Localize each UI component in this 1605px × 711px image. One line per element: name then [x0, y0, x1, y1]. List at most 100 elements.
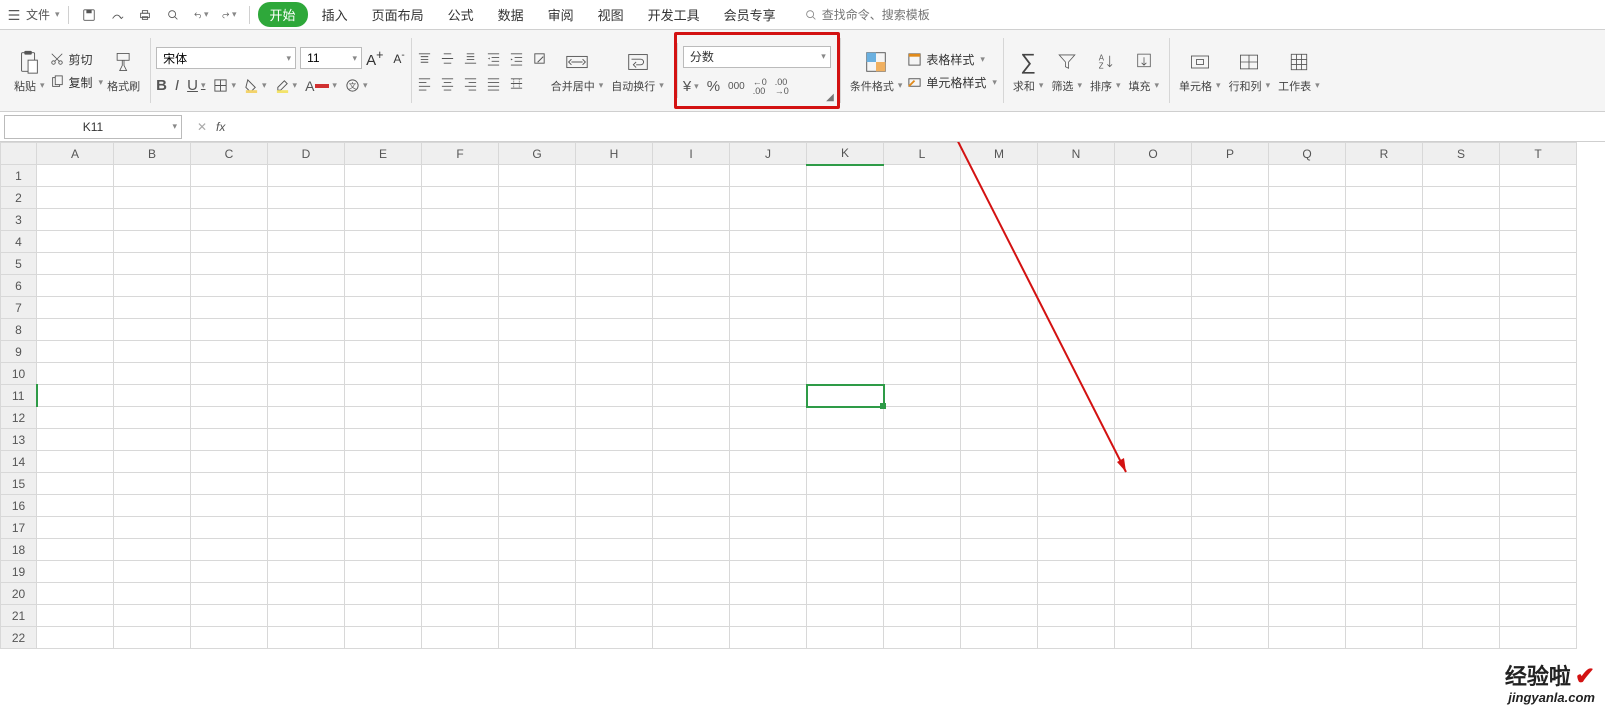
font-name-select[interactable]: ▾	[156, 47, 296, 69]
cell[interactable]	[1192, 297, 1269, 319]
cell[interactable]	[884, 407, 961, 429]
cell[interactable]	[114, 231, 191, 253]
cell[interactable]	[961, 473, 1038, 495]
cell[interactable]	[1423, 517, 1500, 539]
cell[interactable]	[422, 539, 499, 561]
cell[interactable]	[884, 561, 961, 583]
font-color-button[interactable]: A▾	[305, 78, 337, 94]
cell[interactable]	[1192, 275, 1269, 297]
cell[interactable]	[345, 627, 422, 649]
cell[interactable]	[1115, 363, 1192, 385]
cell[interactable]	[1500, 583, 1577, 605]
cell[interactable]	[114, 341, 191, 363]
name-box[interactable]: K11 ▾	[4, 115, 182, 139]
cell[interactable]	[345, 539, 422, 561]
cell[interactable]	[1038, 451, 1115, 473]
cell[interactable]	[576, 473, 653, 495]
cell[interactable]	[1269, 561, 1346, 583]
column-header[interactable]: G	[499, 143, 576, 165]
cell[interactable]	[961, 341, 1038, 363]
column-header[interactable]: I	[653, 143, 730, 165]
cell[interactable]	[1038, 539, 1115, 561]
cell[interactable]	[1500, 627, 1577, 649]
cell[interactable]	[807, 187, 884, 209]
cell[interactable]	[1500, 165, 1577, 187]
cell[interactable]	[1038, 495, 1115, 517]
copy-button[interactable]: 复制▾	[49, 74, 104, 91]
cell[interactable]	[1115, 583, 1192, 605]
cell[interactable]	[268, 165, 345, 187]
column-header[interactable]: R	[1346, 143, 1423, 165]
cell[interactable]	[730, 495, 807, 517]
tab-dev-tools[interactable]: 开发工具	[638, 1, 710, 28]
cell[interactable]	[961, 407, 1038, 429]
cell[interactable]	[730, 561, 807, 583]
cell[interactable]	[37, 451, 114, 473]
cell[interactable]	[422, 363, 499, 385]
cell[interactable]	[653, 473, 730, 495]
cell[interactable]	[1500, 473, 1577, 495]
cell[interactable]	[345, 363, 422, 385]
column-header[interactable]: D	[268, 143, 345, 165]
cell[interactable]	[961, 539, 1038, 561]
cell[interactable]	[268, 517, 345, 539]
cell[interactable]	[191, 605, 268, 627]
cell[interactable]	[884, 429, 961, 451]
cell[interactable]	[37, 605, 114, 627]
decrease-font-button[interactable]: A-	[393, 50, 404, 66]
command-search-input[interactable]	[822, 8, 972, 22]
cell[interactable]	[884, 297, 961, 319]
cell[interactable]	[1038, 231, 1115, 253]
cell[interactable]	[576, 605, 653, 627]
cell[interactable]	[653, 561, 730, 583]
cell[interactable]	[499, 561, 576, 583]
tab-view[interactable]: 视图	[588, 1, 634, 28]
cell[interactable]	[730, 605, 807, 627]
cell[interactable]	[422, 165, 499, 187]
cell[interactable]	[1269, 451, 1346, 473]
cell[interactable]	[422, 275, 499, 297]
cell[interactable]	[807, 319, 884, 341]
cell[interactable]	[576, 363, 653, 385]
cell[interactable]	[1038, 561, 1115, 583]
cell[interactable]	[1346, 429, 1423, 451]
cell[interactable]	[884, 363, 961, 385]
cell[interactable]	[114, 297, 191, 319]
cell[interactable]	[37, 165, 114, 187]
cell[interactable]	[653, 165, 730, 187]
cell[interactable]	[114, 253, 191, 275]
cell[interactable]	[422, 451, 499, 473]
cell[interactable]	[422, 253, 499, 275]
cell[interactable]	[653, 451, 730, 473]
cell[interactable]	[1269, 627, 1346, 649]
cell[interactable]	[191, 231, 268, 253]
cell[interactable]	[37, 385, 114, 407]
cell[interactable]	[1500, 297, 1577, 319]
column-header[interactable]: L	[884, 143, 961, 165]
cell[interactable]	[1115, 495, 1192, 517]
cell[interactable]	[653, 429, 730, 451]
cell[interactable]	[37, 429, 114, 451]
cell[interactable]	[1115, 341, 1192, 363]
number-format-select[interactable]: 分数 ▾	[683, 46, 831, 68]
cell[interactable]	[268, 539, 345, 561]
cell[interactable]	[1269, 495, 1346, 517]
cell[interactable]	[653, 187, 730, 209]
cell[interactable]	[1269, 231, 1346, 253]
cell[interactable]	[730, 473, 807, 495]
cell[interactable]	[1346, 187, 1423, 209]
cell[interactable]	[576, 187, 653, 209]
cell[interactable]	[807, 583, 884, 605]
cell[interactable]	[114, 495, 191, 517]
cell[interactable]	[807, 231, 884, 253]
cell[interactable]	[37, 407, 114, 429]
cell[interactable]	[576, 385, 653, 407]
cell[interactable]	[961, 451, 1038, 473]
cell[interactable]	[1346, 385, 1423, 407]
cell[interactable]	[1500, 451, 1577, 473]
cell[interactable]	[961, 583, 1038, 605]
cell[interactable]	[191, 297, 268, 319]
cell[interactable]	[961, 363, 1038, 385]
cell[interactable]	[1500, 385, 1577, 407]
cell[interactable]	[1115, 539, 1192, 561]
